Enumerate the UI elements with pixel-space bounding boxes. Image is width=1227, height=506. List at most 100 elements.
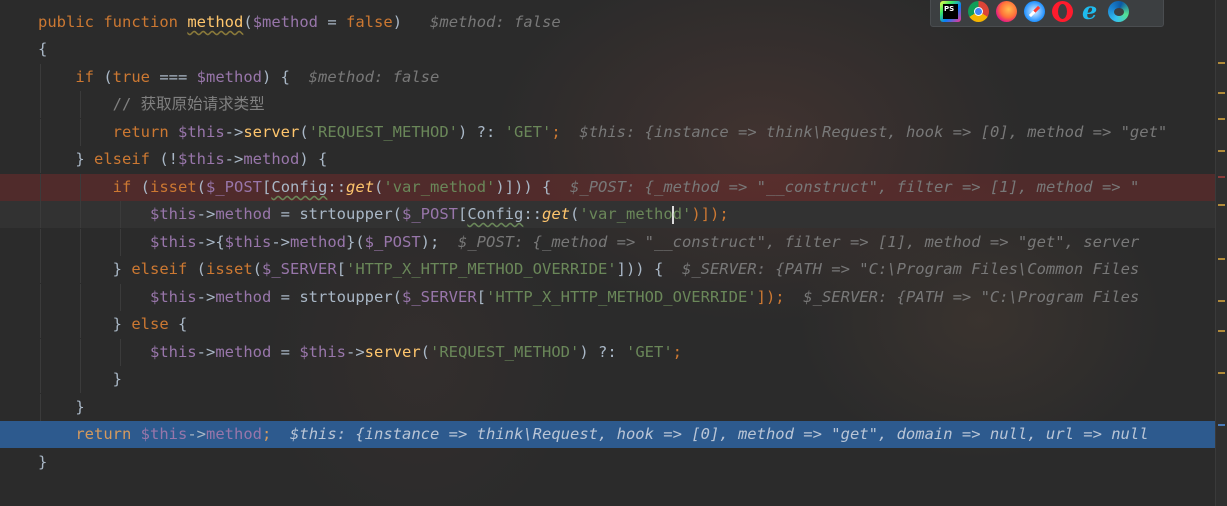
- token-keyword: isset: [150, 178, 197, 196]
- token-variable: $_POST: [402, 205, 458, 223]
- code-line-open-brace[interactable]: {: [0, 36, 1216, 63]
- token-keyword: false: [346, 13, 393, 31]
- token-punct: ->: [187, 425, 207, 443]
- token-punct: (: [131, 178, 150, 196]
- token-variable: $this: [140, 425, 188, 443]
- token-variable: $this: [149, 288, 197, 306]
- token-static-method: get: [346, 178, 375, 196]
- inline-debug-value: $method: false: [430, 13, 561, 31]
- token-punct: ->{: [196, 233, 225, 251]
- token-function-call: strtoupper: [299, 288, 393, 306]
- code-line-else[interactable]: } else {: [0, 311, 1216, 338]
- token-punct: ;: [672, 343, 683, 361]
- warning-marker[interactable]: [1218, 62, 1225, 64]
- token-method-call: server: [243, 123, 300, 141]
- code-line-comment[interactable]: // 获取原始请求类型: [0, 91, 1216, 118]
- token-variable: $this: [149, 343, 197, 361]
- inline-debug-value: $this: {instance => think\Request, hook …: [290, 425, 1149, 443]
- token-class: Config: [271, 178, 328, 196]
- token-string: 'var_method': [383, 178, 496, 196]
- token-string: 'HTTP_X_HTTP_METHOD_OVERRIDE': [486, 288, 757, 306]
- token-punct: (: [374, 178, 384, 196]
- warning-marker[interactable]: [1218, 204, 1225, 206]
- code-line-assign-post-current[interactable]: $this->method = strtoupper($_POST[Config…: [0, 201, 1216, 228]
- token-keyword: true: [112, 68, 150, 86]
- token-punct: ;: [551, 123, 561, 141]
- execution-marker[interactable]: [1218, 424, 1225, 426]
- token-punct: ->: [224, 150, 244, 168]
- code-line-close-elseif[interactable]: }: [0, 394, 1216, 421]
- token-variable: $_SERVER: [262, 260, 337, 278]
- phpstorm-icon[interactable]: [940, 1, 961, 22]
- token-punct: (: [252, 260, 263, 278]
- ie-icon[interactable]: [1080, 0, 1101, 25]
- inline-debug-value: $method: false: [308, 68, 440, 86]
- token-function-call: strtoupper: [299, 205, 393, 223]
- token-punct: ->: [346, 343, 365, 361]
- token-punct: (: [243, 13, 253, 31]
- token-variable: $this: [178, 150, 225, 168]
- token-function-name[interactable]: method: [187, 13, 243, 31]
- token-punct: ->: [271, 233, 290, 251]
- token-comment: // 获取原始请求类型: [112, 95, 265, 113]
- code-line-if-isset-post-breakpoint[interactable]: if (isset($_POST[Config::get('var_method…: [0, 174, 1216, 201]
- opera-icon[interactable]: [1052, 1, 1073, 22]
- warning-marker[interactable]: [1218, 258, 1225, 260]
- token-keyword: elseif: [131, 260, 188, 278]
- token-variable: $this: [224, 233, 272, 251]
- token-punct: =: [271, 205, 300, 223]
- token-punct: (: [392, 205, 402, 223]
- code-line-if-true[interactable]: if (true === $method) { $method: false: [0, 64, 1216, 91]
- token-punct: {: [168, 315, 188, 333]
- token-punct: )])) {: [495, 178, 552, 196]
- code-line-close-function[interactable]: }: [0, 449, 1216, 476]
- code-line-elseif-server[interactable]: } elseif (isset($_SERVER['HTTP_X_HTTP_ME…: [0, 256, 1216, 283]
- edge-icon[interactable]: [1108, 1, 1129, 22]
- token-static-method: get: [542, 205, 571, 223]
- token-punct: ->: [224, 123, 244, 141]
- warning-marker[interactable]: [1218, 150, 1225, 152]
- code-editor[interactable]: public function method($method = false) …: [0, 0, 1216, 506]
- code-line-assign-default[interactable]: $this->method = $this->server('REQUEST_M…: [0, 339, 1216, 366]
- inline-debug-value: $_SERVER: {PATH => "C:\Program Files: [803, 288, 1140, 306]
- code-line-dynamic-call[interactable]: $this->{$this->method}($_POST); $_POST: …: [0, 229, 1216, 256]
- warning-marker[interactable]: [1218, 118, 1225, 120]
- code-line-elseif-method[interactable]: } elseif (!$this->method) {: [0, 146, 1216, 173]
- token-punct: ->: [196, 205, 216, 223]
- safari-icon[interactable]: [1024, 1, 1045, 22]
- token-string: 'GET': [626, 343, 673, 361]
- token-keyword: public: [38, 13, 94, 31]
- token-punct: [: [476, 288, 486, 306]
- code-line-assign-server[interactable]: $this->method = strtoupper($_SERVER['HTT…: [0, 284, 1216, 311]
- token-punct: (!: [150, 150, 178, 168]
- breakpoint-marker[interactable]: [1218, 176, 1225, 178]
- firefox-icon[interactable]: [996, 1, 1017, 22]
- token-variable: $this: [149, 233, 197, 251]
- inline-debug-value: $_POST: {_method => "__construct", filte…: [570, 178, 1140, 196]
- warning-marker[interactable]: [1218, 330, 1225, 332]
- token-variable: $method: [196, 68, 262, 86]
- token-punct: [: [262, 178, 272, 196]
- token-keyword: isset: [206, 260, 253, 278]
- token-string: 'REQUEST_METHOD': [308, 123, 458, 141]
- token-punct: (: [392, 288, 402, 306]
- token-punct: ===: [150, 68, 197, 86]
- token-punct: )]);: [691, 205, 729, 223]
- warning-marker[interactable]: [1218, 92, 1225, 94]
- token-keyword: else: [131, 315, 169, 333]
- token-property: method: [215, 288, 272, 306]
- token-punct: [: [458, 205, 468, 223]
- warning-marker[interactable]: [1218, 300, 1225, 302]
- token-punct: ) {: [262, 68, 290, 86]
- editor-scroll-markers[interactable]: [1215, 0, 1227, 506]
- token-punct: }: [75, 398, 85, 416]
- token-variable: $_POST: [206, 178, 263, 196]
- code-line-return-server[interactable]: return $this->server('REQUEST_METHOD') ?…: [0, 119, 1216, 146]
- chrome-icon[interactable]: [968, 1, 989, 22]
- code-line-close-else[interactable]: }: [0, 366, 1216, 393]
- token-keyword: elseif: [94, 150, 150, 168]
- code-line-return-method-execution-point[interactable]: return $this->method; $this: {instance =…: [0, 421, 1216, 448]
- token-keyword: if: [75, 68, 94, 86]
- warning-marker[interactable]: [1218, 372, 1225, 374]
- token-punct: {: [38, 40, 48, 58]
